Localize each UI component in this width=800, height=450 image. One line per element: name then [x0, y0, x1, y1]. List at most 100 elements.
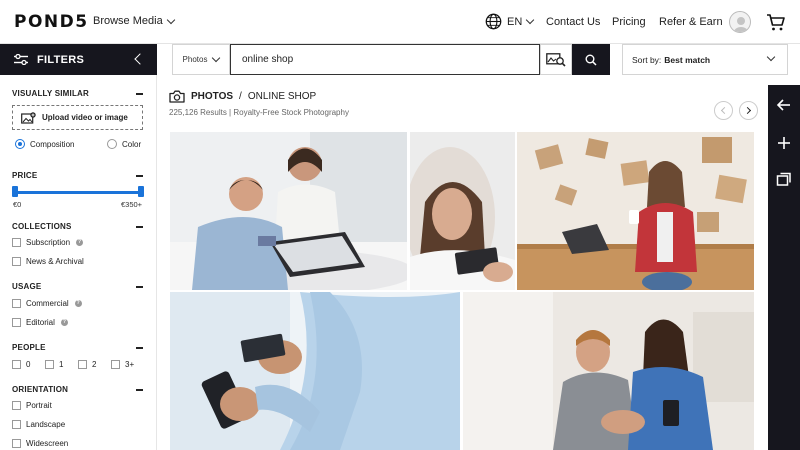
breadcrumb-separator: /: [239, 91, 242, 102]
orientation-title: ORIENTATION: [12, 385, 69, 394]
people-2-label: 2: [92, 360, 97, 369]
portrait-label: Portrait: [26, 401, 52, 410]
people-1-checkbox[interactable]: 1: [45, 360, 63, 369]
filters-header[interactable]: FILTERS: [0, 44, 157, 75]
arrow-left-icon[interactable]: [776, 97, 792, 113]
collapse-section-icon[interactable]: [136, 226, 143, 228]
add-icon[interactable]: [776, 135, 792, 151]
checkbox-box: [12, 318, 21, 327]
checkbox-box: [12, 360, 21, 369]
collections-icon[interactable]: [776, 171, 792, 187]
people-1-label: 1: [59, 360, 64, 369]
pond5-logo[interactable]: POND5: [14, 12, 89, 32]
collapse-filters-icon[interactable]: [134, 53, 146, 65]
checkbox-box: [45, 360, 54, 369]
price-title: PRICE: [12, 171, 38, 180]
commercial-label: Commercial: [26, 299, 69, 308]
subscription-checkbox[interactable]: Subscription ?: [12, 238, 84, 247]
chevron-right-icon: [743, 106, 752, 115]
result-photo[interactable]: [463, 292, 754, 450]
top-header: POND5 Browse Media EN Contact Us Pricing…: [0, 0, 800, 44]
media-type-label: Photos: [182, 55, 208, 64]
collapse-section-icon[interactable]: [136, 175, 143, 177]
upload-media-button[interactable]: Upload video or image: [12, 105, 143, 130]
composition-label: Composition: [30, 139, 75, 149]
news-archival-checkbox[interactable]: News & Archival: [12, 257, 84, 266]
chevron-down-icon: [766, 52, 776, 62]
woman-credit-card-image: [410, 132, 515, 290]
checkbox-box: [111, 360, 120, 369]
price-max-label: €350+: [121, 200, 143, 209]
user-avatar[interactable]: [729, 11, 751, 33]
filter-sliders-icon: [14, 54, 28, 65]
collections-title: COLLECTIONS: [12, 222, 72, 231]
news-archival-label: News & Archival: [26, 257, 84, 266]
result-photo[interactable]: [170, 132, 407, 290]
checkbox-box: [12, 420, 21, 429]
refer-earn-link[interactable]: Refer & Earn: [659, 16, 723, 28]
woman-flying-boxes-image: [517, 132, 754, 290]
pricing-link[interactable]: Pricing: [612, 16, 646, 28]
visual-search-icon: [546, 52, 566, 67]
result-photo[interactable]: [170, 292, 460, 450]
portrait-checkbox[interactable]: Portrait: [12, 401, 52, 410]
collapse-section-icon[interactable]: [136, 286, 143, 288]
upload-label: Upload video or image: [42, 113, 128, 122]
price-max-handle[interactable]: [138, 186, 144, 197]
usage-title: USAGE: [12, 282, 42, 291]
color-label: Color: [122, 139, 142, 149]
checkbox-box: [12, 238, 21, 247]
browse-media-menu[interactable]: Browse Media: [93, 15, 175, 27]
couple-laptop-image: [170, 132, 407, 290]
language-selector[interactable]: EN: [485, 13, 535, 30]
composition-radio[interactable]: Composition: [15, 139, 74, 149]
people-title: PEOPLE: [12, 343, 46, 352]
price-min-handle[interactable]: [12, 186, 18, 197]
result-photo[interactable]: [517, 132, 754, 290]
help-icon[interactable]: ?: [76, 239, 84, 246]
camera-icon: [169, 90, 185, 103]
checkbox-box: [12, 299, 21, 308]
editorial-checkbox[interactable]: Editorial ?: [12, 318, 68, 327]
upload-image-icon: [21, 111, 36, 124]
search-input[interactable]: [230, 44, 540, 75]
help-icon[interactable]: ?: [60, 319, 68, 326]
visually-similar-title: VISUALLY SIMILAR: [12, 89, 89, 98]
result-photo[interactable]: [410, 132, 515, 290]
sort-dropdown[interactable]: Sort by: Best match: [622, 44, 788, 75]
collapse-section-icon[interactable]: [136, 389, 143, 391]
media-type-heading: PHOTOS: [191, 91, 234, 102]
people-0-label: 0: [26, 360, 31, 369]
landscape-checkbox[interactable]: Landscape: [12, 420, 65, 429]
radio-indicator: [107, 139, 117, 149]
help-icon[interactable]: ?: [74, 300, 82, 307]
price-slider-track[interactable]: [15, 191, 141, 194]
color-radio[interactable]: Color: [107, 139, 141, 149]
user-icon: [734, 17, 748, 32]
checkbox-box: [12, 401, 21, 410]
people-0-checkbox[interactable]: 0: [12, 360, 30, 369]
chevron-down-icon: [212, 53, 221, 63]
checkbox-box: [78, 360, 87, 369]
media-type-select[interactable]: Photos: [172, 44, 230, 75]
people-2-checkbox[interactable]: 2: [78, 360, 96, 369]
filters-title: FILTERS: [37, 53, 85, 66]
chevron-down-icon: [526, 15, 535, 25]
widescreen-label: Widescreen: [26, 439, 69, 448]
search-button[interactable]: [572, 44, 610, 75]
cart-icon[interactable]: [766, 12, 786, 32]
commercial-checkbox[interactable]: Commercial ?: [12, 299, 82, 308]
collapse-section-icon[interactable]: [136, 93, 143, 95]
language-label: EN: [507, 15, 523, 28]
checkbox-box: [12, 439, 21, 448]
visual-search-button[interactable]: [540, 44, 572, 75]
widescreen-checkbox[interactable]: Widescreen: [12, 439, 68, 448]
contact-us-link[interactable]: Contact Us: [546, 16, 600, 28]
hands-phone-card-image: [170, 292, 460, 450]
filters-sidebar: VISUALLY SIMILAR Upload video or image C…: [0, 75, 157, 450]
people-3plus-checkbox[interactable]: 3+: [111, 360, 134, 369]
browse-media-label: Browse Media: [93, 15, 163, 27]
collapse-section-icon[interactable]: [136, 347, 143, 349]
prev-page-button[interactable]: [714, 101, 733, 120]
next-page-button[interactable]: [739, 101, 758, 120]
